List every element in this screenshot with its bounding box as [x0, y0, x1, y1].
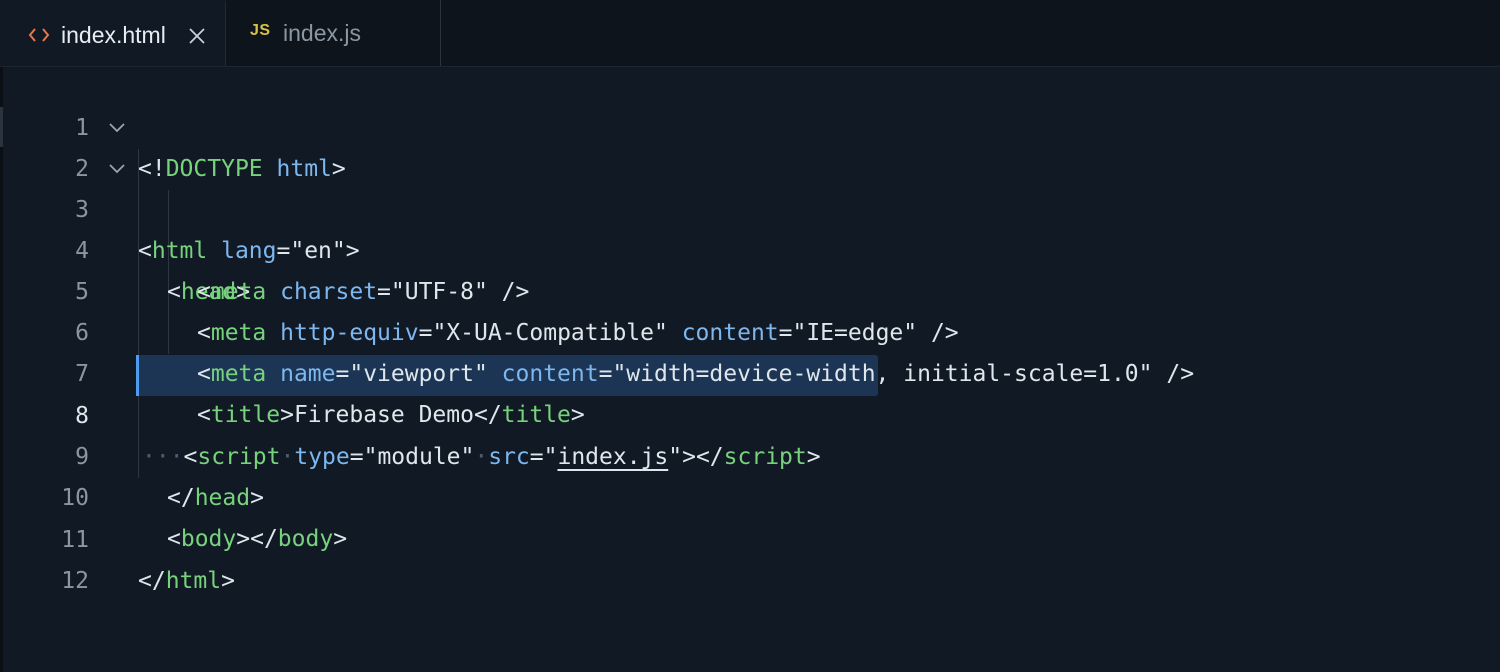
code-line-9[interactable]: 9 </head>	[0, 396, 1500, 511]
code-line-10[interactable]: 10 <body></body>	[0, 437, 1500, 552]
tab-index-html[interactable]: index.html	[0, 0, 226, 66]
tab-index-js[interactable]: JS index.js	[226, 0, 441, 66]
html-code-icon	[28, 28, 50, 42]
tab-bar: index.html JS index.js	[0, 0, 1500, 67]
code-line-7[interactable]: 7 <title>Firebase Demo</title>	[0, 313, 1500, 428]
code-line-5[interactable]: 5 <meta http-equiv="X-UA-Compatible" con…	[0, 231, 1500, 346]
code-line-6[interactable]: 6 <meta name="viewport" content="width=d…	[0, 272, 1500, 387]
code-line-8[interactable]: 8 ···<script·type="module"·src="index.js…	[0, 355, 1500, 470]
chevron-down-icon[interactable]	[108, 163, 126, 175]
code-line-2[interactable]: 2 <html lang="en">	[0, 108, 1500, 264]
code-text: </html>	[138, 568, 235, 594]
tab-label: index.js	[283, 20, 361, 46]
line-number: 12	[61, 568, 89, 594]
code-line-3[interactable]: 3 <head>	[0, 149, 1500, 305]
js-file-icon: JS	[250, 22, 271, 39]
tab-label: index.html	[61, 22, 166, 48]
code-line-4[interactable]: 4 <meta charset="UTF-8" />	[0, 190, 1500, 305]
code-editor: index.html JS index.js 1 <!DOCTYPE html>…	[0, 0, 1500, 672]
chevron-down-icon[interactable]	[108, 122, 126, 134]
close-icon[interactable]	[188, 27, 206, 45]
code-line-12[interactable]: 12	[0, 520, 1500, 594]
code-line-1[interactable]: 1 <!DOCTYPE html>	[0, 67, 1500, 182]
code-line-11[interactable]: 11 </html>	[0, 479, 1500, 594]
code-area[interactable]: 1 <!DOCTYPE html> 2 <html lang="en"> 3 <…	[0, 67, 1500, 672]
